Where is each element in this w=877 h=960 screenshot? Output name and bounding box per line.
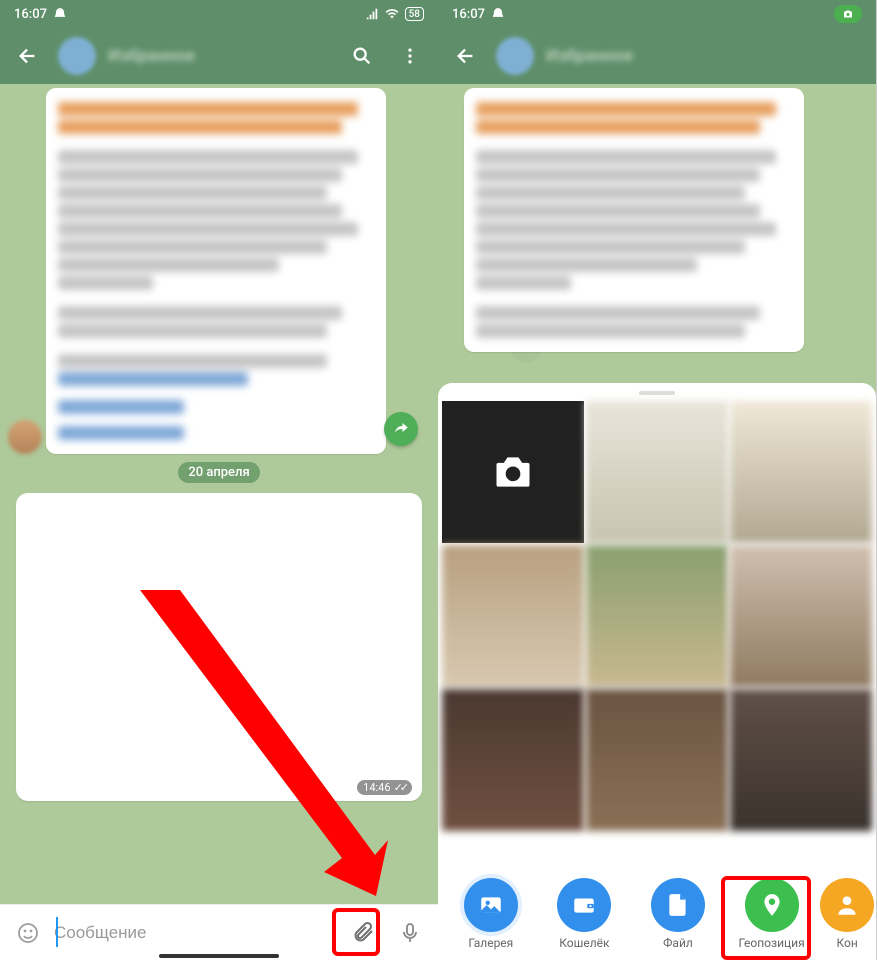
photo-gallery-grid xyxy=(438,401,876,831)
message-input[interactable] xyxy=(54,923,338,943)
nav-gesture-bar xyxy=(159,954,279,958)
message-bubble[interactable] xyxy=(464,88,804,352)
phone-screenshot-right: 16:07 Избранное xyxy=(438,0,876,960)
camera-indicator-icon xyxy=(834,5,862,23)
attach-contact[interactable]: Кон xyxy=(822,878,872,950)
contact-icon xyxy=(820,878,874,932)
attach-label: Файл xyxy=(663,936,693,950)
message-input-bar xyxy=(0,904,438,960)
gallery-icon xyxy=(464,878,518,932)
chat-title[interactable]: Избранное xyxy=(108,46,332,66)
notification-icon xyxy=(491,7,505,21)
status-bar: 16:07 xyxy=(438,0,876,28)
file-icon xyxy=(651,878,705,932)
photo-tile[interactable] xyxy=(442,545,584,687)
battery-indicator: 58 xyxy=(405,7,424,21)
wallet-icon xyxy=(557,878,611,932)
sheet-drag-handle[interactable] xyxy=(639,391,675,395)
share-button[interactable] xyxy=(384,412,418,446)
text-cursor xyxy=(56,917,58,947)
voice-button[interactable] xyxy=(390,913,430,953)
attach-label: Кон xyxy=(837,936,858,950)
photo-tile[interactable] xyxy=(730,689,872,831)
media-message[interactable]: 14:46 ✓✓ xyxy=(16,493,422,801)
status-bar: 16:07 58 xyxy=(0,0,438,28)
attach-label: Геопозиция xyxy=(738,936,804,950)
attach-button[interactable] xyxy=(344,913,384,953)
sender-avatar[interactable] xyxy=(8,420,42,454)
attachment-sheet: Галерея Кошелёк Файл Геопозиция xyxy=(438,383,876,960)
chat-header: Избранное xyxy=(0,28,438,84)
more-options-button[interactable] xyxy=(392,38,428,74)
attach-wallet[interactable]: Кошелёк xyxy=(541,878,627,950)
message-timestamp: 14:46 ✓✓ xyxy=(357,780,412,795)
message-group xyxy=(8,88,430,454)
attach-gallery[interactable]: Галерея xyxy=(448,878,534,950)
photo-tile[interactable] xyxy=(730,401,872,543)
back-button[interactable] xyxy=(448,38,484,74)
attach-label: Галерея xyxy=(468,936,513,950)
status-time: 16:07 xyxy=(452,7,485,22)
date-chip: 20 апреля xyxy=(178,462,259,483)
message-bubble[interactable] xyxy=(46,88,386,454)
status-time: 16:07 xyxy=(14,7,47,22)
wifi-icon xyxy=(385,7,399,21)
photo-tile[interactable] xyxy=(586,545,728,687)
chat-avatar[interactable] xyxy=(496,37,534,75)
chat-title[interactable]: Избранное xyxy=(546,46,866,66)
photo-tile[interactable] xyxy=(586,689,728,831)
photo-tile[interactable] xyxy=(586,401,728,543)
signal-icon xyxy=(365,7,379,21)
photo-tile[interactable] xyxy=(730,545,872,687)
camera-tile[interactable] xyxy=(442,401,584,543)
location-icon xyxy=(745,878,799,932)
attach-file[interactable]: Файл xyxy=(635,878,721,950)
read-checks-icon: ✓✓ xyxy=(394,781,406,794)
message-group xyxy=(446,88,868,352)
chat-messages-area[interactable]: 20 апреля 14:46 ✓✓ xyxy=(0,84,438,904)
attach-location[interactable]: Геопозиция xyxy=(729,878,815,950)
notification-icon xyxy=(53,7,67,21)
emoji-button[interactable] xyxy=(8,913,48,953)
photo-tile[interactable] xyxy=(442,689,584,831)
chat-header: Избранное xyxy=(438,28,876,84)
attach-label: Кошелёк xyxy=(559,936,609,950)
back-button[interactable] xyxy=(10,38,46,74)
phone-screenshot-left: 16:07 58 Избранное xyxy=(0,0,438,960)
search-button[interactable] xyxy=(344,38,380,74)
chat-avatar[interactable] xyxy=(58,37,96,75)
attachment-type-row: Галерея Кошелёк Файл Геопозиция xyxy=(438,874,876,950)
